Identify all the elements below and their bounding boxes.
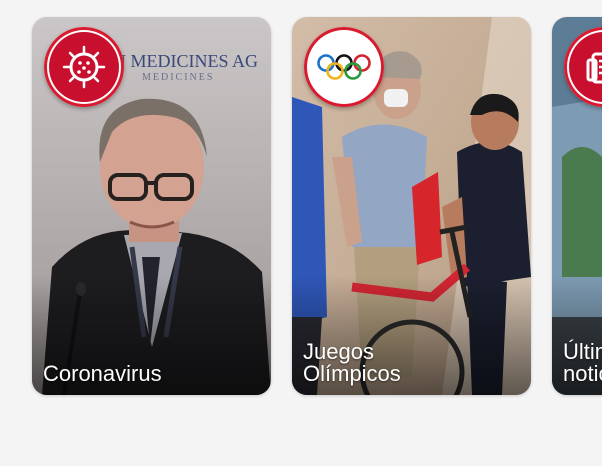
virus-icon (49, 32, 119, 102)
story-card-juegos-olimpicos[interactable]: Juegos Olímpicos (292, 17, 531, 395)
olympic-rings-icon (309, 32, 379, 102)
topic-badge (304, 27, 384, 107)
story-label: Juegos Olímpicos (303, 339, 401, 386)
newspaper-icon (569, 32, 602, 102)
story-label: Coronavirus (43, 361, 162, 386)
backdrop-text: IN MEDICINES AG (107, 51, 258, 71)
stories-strip: IN MEDICINES AG MEDICINES Coronavirus Ju… (0, 0, 602, 466)
backdrop-text-2: MEDICINES (142, 72, 214, 83)
story-card-ultimas-noticias[interactable]: Últimas noticias (552, 17, 602, 395)
topic-badge (44, 27, 124, 107)
story-card-coronavirus[interactable]: IN MEDICINES AG MEDICINES Coronavirus (32, 17, 271, 395)
story-label: Últimas noticias (563, 339, 602, 386)
page-background (0, 410, 602, 466)
